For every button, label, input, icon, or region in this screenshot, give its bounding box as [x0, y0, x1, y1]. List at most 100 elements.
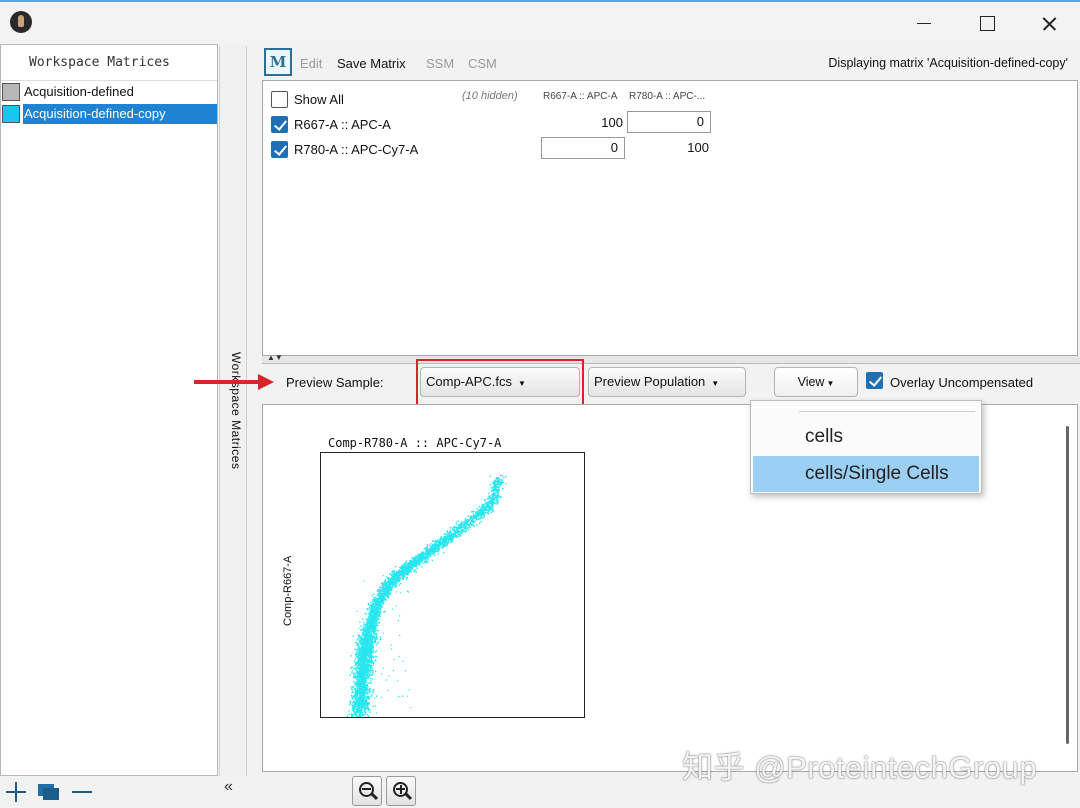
scatter-point [366, 671, 369, 674]
scatter-point [405, 578, 407, 581]
scatter-plot[interactable] [320, 452, 585, 726]
scatter-point [405, 560, 408, 562]
scatter-point [414, 569, 416, 571]
scatter-point [433, 545, 435, 547]
scatter-point [367, 641, 369, 643]
scatter-point [489, 505, 491, 507]
remove-matrix-button[interactable] [72, 791, 92, 793]
scatter-point [492, 502, 494, 504]
scatter-point [368, 715, 370, 718]
scatter-point [359, 668, 361, 671]
edit-button[interactable]: Edit [300, 56, 322, 71]
scatter-point [392, 581, 394, 583]
scatter-point [499, 474, 501, 476]
scatter-point [374, 601, 376, 603]
scatter-point [359, 665, 361, 667]
add-matrix-button[interactable] [6, 782, 26, 802]
scatter-point [365, 656, 367, 658]
scatter-point [371, 606, 373, 609]
scatter-point [364, 711, 366, 714]
sidebar-title: Workspace Matrices [1, 45, 217, 81]
scatter-point [467, 526, 469, 529]
scatter-point [497, 477, 500, 479]
scatter-point [498, 489, 500, 491]
save-matrix-button[interactable]: Save Matrix [337, 56, 406, 71]
scatter-point [363, 621, 365, 624]
scatter-point [405, 568, 408, 570]
zoom-in-button[interactable] [386, 776, 416, 806]
scatter-point [371, 651, 373, 653]
scatter-point [470, 522, 472, 524]
menu-item-cells[interactable]: cells [753, 419, 979, 455]
preview-sample-dropdown[interactable]: Comp-APC.fcs ▼ [420, 367, 580, 397]
scatter-point [369, 682, 371, 685]
scatter-point [377, 603, 380, 606]
scatter-point [397, 620, 399, 622]
matrix-item-acquisition-defined-copy[interactable]: Acquisition-defined-copy [1, 104, 217, 124]
scatter-point [368, 698, 370, 700]
scatter-point [351, 704, 353, 706]
scatter-point [404, 670, 406, 672]
scatter-point [484, 506, 486, 508]
scatter-point [359, 681, 362, 683]
scatter-point [387, 689, 389, 692]
scatter-point [481, 512, 483, 515]
scatter-point [358, 660, 360, 663]
scatter-point [493, 494, 496, 496]
scatter-point [372, 649, 375, 651]
preview-scrollbar[interactable] [1066, 426, 1069, 744]
ssm-button[interactable]: SSM [426, 56, 454, 71]
scatter-point [443, 539, 445, 541]
scatter-point [357, 671, 359, 674]
scatter-point [464, 523, 467, 525]
scatter-point [497, 483, 500, 486]
scatter-point [361, 653, 363, 656]
scatter-point [467, 519, 470, 521]
scatter-point [405, 569, 407, 572]
close-button[interactable] [1026, 8, 1072, 38]
scatter-point [429, 544, 431, 547]
matrix-item-label: Acquisition-defined [24, 84, 134, 99]
scatter-point [376, 593, 379, 595]
scatter-point [431, 540, 434, 542]
scatter-point [468, 523, 470, 526]
row-checkbox-r667[interactable] [271, 116, 288, 133]
matrix-cell-input[interactable]: 0 [541, 137, 625, 159]
show-all-checkbox[interactable] [271, 91, 288, 108]
row-checkbox-r780[interactable] [271, 141, 288, 158]
scatter-point [395, 585, 397, 587]
scatter-point [361, 680, 363, 682]
scatter-point [375, 614, 377, 616]
matrix-cell-input[interactable]: 0 [627, 111, 711, 133]
matrix-item-acquisition-defined[interactable]: Acquisition-defined [1, 82, 217, 102]
maximize-button[interactable] [963, 8, 1009, 38]
scatter-point [434, 539, 437, 542]
scatter-point [374, 670, 377, 673]
view-dropdown[interactable]: View ▼ [774, 367, 858, 397]
scatter-point [377, 624, 379, 627]
menu-item-single-cells[interactable]: cells/Single Cells [753, 456, 979, 492]
scatter-point [488, 492, 490, 494]
scatter-point [389, 579, 391, 582]
csm-button[interactable]: CSM [468, 56, 497, 71]
scatter-point [440, 537, 442, 539]
panel-splitter[interactable]: ▲▼ [262, 353, 1080, 364]
scatter-point [382, 596, 385, 598]
preview-population-dropdown[interactable]: Preview Population ▼ [588, 367, 746, 397]
zoom-out-button[interactable] [352, 776, 382, 806]
collapse-sidebar-button[interactable]: « [224, 778, 233, 796]
scatter-point [349, 674, 351, 676]
scatter-point [385, 587, 387, 589]
duplicate-matrix-button[interactable] [38, 784, 60, 800]
scatter-point [426, 553, 428, 556]
scatter-point [374, 611, 376, 613]
scatter-point [362, 657, 364, 660]
scatter-point [359, 687, 361, 689]
overlay-uncompensated-checkbox[interactable] [866, 372, 883, 389]
vertical-tab-label[interactable]: Workspace Matrices [223, 352, 243, 469]
scatter-point [364, 637, 366, 639]
scatter-point [366, 637, 368, 639]
scatter-point [351, 686, 354, 688]
minimize-button[interactable] [900, 8, 946, 38]
scatter-point [449, 541, 452, 544]
